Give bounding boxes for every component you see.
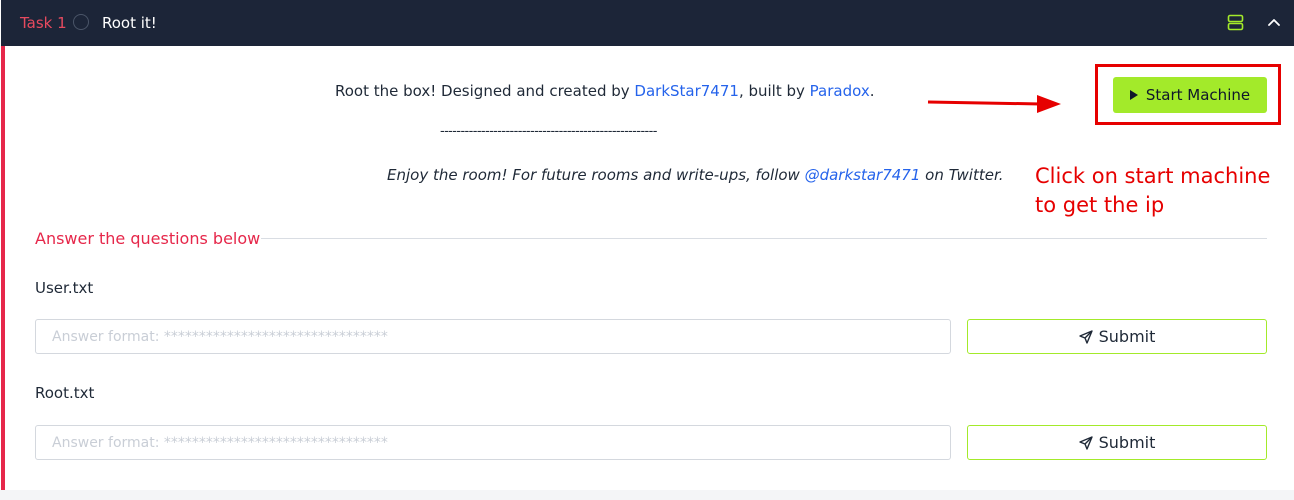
task-status-circle-icon <box>73 14 89 30</box>
task-title: Root it! <box>102 14 157 32</box>
description-text: Root the box! Designed and created by <box>335 82 635 100</box>
chevron-up-icon[interactable] <box>1266 14 1282 30</box>
answers-heading: Answer the questions below <box>35 229 261 248</box>
room-followup: Enjoy the room! For future rooms and wri… <box>387 165 1004 185</box>
question-label-root: Root.txt <box>35 384 95 402</box>
annotation-text: Click on start machine to get the ip <box>1035 164 1271 217</box>
play-icon <box>1129 90 1138 100</box>
author-link[interactable]: DarkStar7471 <box>634 82 739 100</box>
description-text: . <box>869 82 875 100</box>
server-icon[interactable] <box>1227 14 1244 31</box>
followup-text: on Twitter. <box>920 166 1004 184</box>
room-description: Root the box! Designed and created by Da… <box>335 81 874 101</box>
question-label-user: User.txt <box>35 279 94 297</box>
task-accent-bar <box>1 46 5 490</box>
answer-input-user[interactable] <box>35 319 951 354</box>
submit-button-user[interactable]: Submit <box>967 319 1267 354</box>
followup-text: Enjoy the room! For future rooms and wri… <box>387 166 805 184</box>
submit-label: Submit <box>1098 327 1156 346</box>
submit-button-root[interactable]: Submit <box>967 425 1267 460</box>
answers-divider <box>261 238 1267 239</box>
description-text: , built by <box>738 82 810 100</box>
send-icon <box>1078 435 1093 450</box>
answer-input-root[interactable] <box>35 425 951 460</box>
start-machine-button[interactable]: Start Machine <box>1113 77 1267 113</box>
task-number: Task 1 <box>20 14 67 32</box>
description-separator: ----------------------------------------… <box>440 124 657 139</box>
annotation-arrow-icon <box>927 95 1061 113</box>
task-card: Task 1 Root it! Root the box! Designed a… <box>0 0 1294 490</box>
submit-label: Submit <box>1098 433 1156 452</box>
twitter-link[interactable]: @darkstar7471 <box>805 166 921 184</box>
builder-link[interactable]: Paradox <box>810 82 870 100</box>
send-icon <box>1078 329 1093 344</box>
task-header[interactable]: Task 1 Root it! <box>1 0 1294 46</box>
start-machine-label: Start Machine <box>1145 86 1251 104</box>
